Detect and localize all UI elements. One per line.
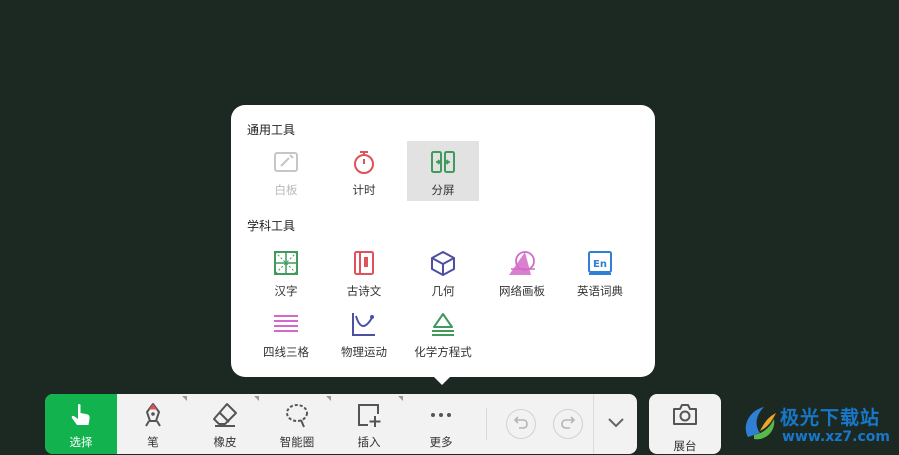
pen-button[interactable]: 笔 bbox=[117, 394, 189, 454]
tool-geometry[interactable]: 几何 bbox=[407, 242, 479, 302]
redo-arrow-icon bbox=[559, 413, 577, 435]
four-line-grid-icon bbox=[271, 309, 301, 339]
tool-chinese-character[interactable]: 汉字 bbox=[250, 242, 322, 302]
tool-english-dictionary-label: 英语词典 bbox=[577, 284, 623, 298]
tool-whiteboard[interactable]: 白板 bbox=[250, 141, 322, 201]
site-watermark: 极光下载站 www.xz7.com bbox=[740, 397, 890, 453]
english-dictionary-icon: En bbox=[585, 248, 615, 278]
ancient-poetry-book-icon bbox=[349, 248, 379, 278]
physics-motion-icon bbox=[349, 309, 379, 339]
booth-label: 展台 bbox=[673, 439, 697, 453]
chinese-character-grid-icon bbox=[271, 248, 301, 278]
svg-text:En: En bbox=[593, 259, 607, 270]
tool-four-line-grid[interactable]: 四线三格 bbox=[250, 303, 322, 363]
tool-physics-motion[interactable]: 物理运动 bbox=[328, 303, 400, 363]
eraser-submenu-marker bbox=[254, 396, 259, 401]
toolbar-divider bbox=[486, 408, 487, 440]
undo-arrow-icon bbox=[512, 413, 530, 435]
tool-split-screen[interactable]: 分屏 bbox=[407, 141, 479, 201]
whiteboard-icon bbox=[271, 147, 301, 177]
tool-physics-motion-label: 物理运动 bbox=[341, 345, 387, 359]
hand-pointer-icon bbox=[66, 400, 96, 430]
select-button[interactable]: 选择 bbox=[45, 394, 117, 454]
tool-ancient-poetry[interactable]: 古诗文 bbox=[328, 242, 400, 302]
eraser-button[interactable]: 橡皮 bbox=[189, 394, 261, 454]
bottom-toolbar: 选择 笔 橡皮 智能圈 插入 更多 bbox=[45, 394, 637, 454]
tool-four-line-grid-label: 四线三格 bbox=[263, 345, 309, 359]
tool-timer-label: 计时 bbox=[352, 183, 376, 197]
tool-geometry-label: 几何 bbox=[431, 284, 455, 298]
redo-button[interactable] bbox=[553, 409, 583, 439]
insert-submenu-marker bbox=[398, 396, 403, 401]
undo-button[interactable] bbox=[506, 409, 536, 439]
smart-lasso-submenu-marker bbox=[326, 396, 331, 401]
eraser-icon bbox=[210, 400, 240, 430]
subject-tools-title: 学科工具 bbox=[247, 219, 296, 233]
eraser-label: 橡皮 bbox=[213, 435, 237, 449]
collapse-toolbar-button[interactable] bbox=[593, 394, 637, 454]
tool-network-board[interactable]: 网络画板 bbox=[486, 242, 558, 302]
tool-network-board-label: 网络画板 bbox=[499, 284, 545, 298]
tool-chinese-character-label: 汉字 bbox=[274, 284, 298, 298]
watermark-name: 极光下载站 bbox=[780, 407, 881, 429]
more-dots-icon bbox=[426, 400, 456, 430]
camera-icon bbox=[670, 400, 700, 434]
pen-submenu-marker bbox=[182, 396, 187, 401]
panel-pointer bbox=[433, 376, 451, 385]
tool-chemical-equation-label: 化学方程式 bbox=[414, 345, 472, 359]
select-label: 选择 bbox=[69, 435, 93, 449]
more-button[interactable]: 更多 bbox=[405, 394, 477, 454]
tool-chemical-equation[interactable]: 化学方程式 bbox=[407, 303, 479, 363]
booth-button[interactable]: 展台 bbox=[649, 394, 721, 454]
watermark-url: www.xz7.com bbox=[782, 429, 890, 445]
smart-lasso-button[interactable]: 智能圈 bbox=[261, 394, 333, 454]
pen-label: 笔 bbox=[147, 435, 159, 449]
insert-label: 插入 bbox=[357, 435, 381, 449]
more-label: 更多 bbox=[429, 435, 453, 449]
general-tools-title: 通用工具 bbox=[247, 123, 296, 137]
smart-lasso-label: 智能圈 bbox=[279, 435, 315, 449]
geometry-cube-icon bbox=[428, 248, 458, 278]
tool-ancient-poetry-label: 古诗文 bbox=[346, 284, 382, 298]
tool-whiteboard-label: 白板 bbox=[274, 183, 298, 197]
watermark-logo bbox=[740, 401, 780, 449]
insert-plus-box-icon bbox=[354, 400, 384, 430]
split-screen-icon bbox=[428, 147, 458, 177]
timer-icon bbox=[349, 147, 379, 177]
chemical-equation-icon bbox=[428, 309, 458, 339]
pen-nib-icon bbox=[138, 400, 168, 430]
more-tools-panel: 通用工具 白板 计时 分屏 学科工具 汉字 古诗文 几何 网络画板 En 英语词… bbox=[231, 105, 655, 377]
lasso-icon bbox=[282, 400, 312, 430]
network-drawing-board-icon bbox=[507, 248, 537, 278]
tool-split-screen-label: 分屏 bbox=[431, 183, 455, 197]
tool-english-dictionary[interactable]: En 英语词典 bbox=[564, 242, 636, 302]
tool-timer[interactable]: 计时 bbox=[328, 141, 400, 201]
chevron-down-icon bbox=[606, 412, 626, 436]
insert-button[interactable]: 插入 bbox=[333, 394, 405, 454]
